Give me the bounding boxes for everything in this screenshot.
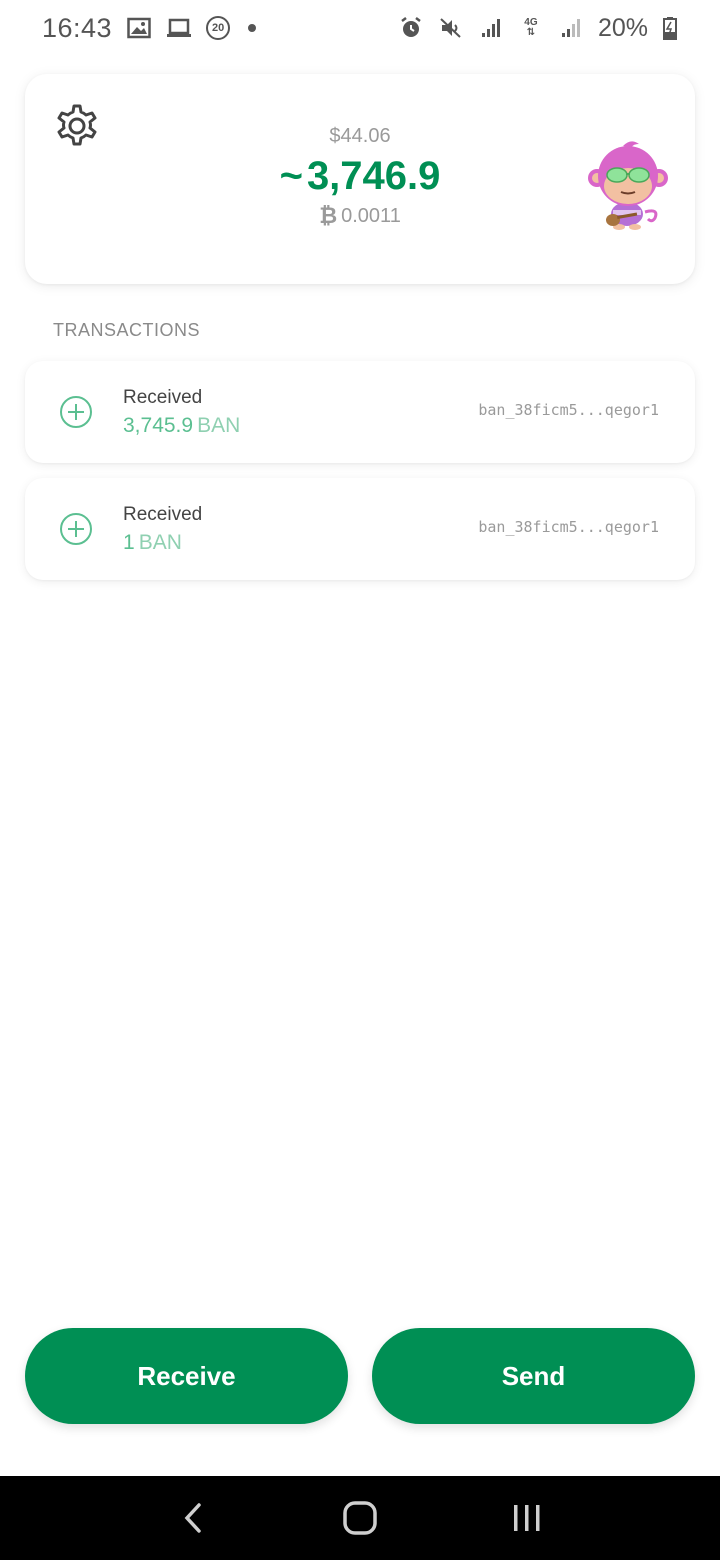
network-4g-icon: 4G ⇅ (518, 15, 544, 41)
transaction-type: Received (123, 504, 203, 525)
btc-balance: ₿ 0.0011 (195, 202, 525, 230)
transaction-amount-unit: BAN (197, 414, 241, 437)
wallet-home-screen: 16:43 20 4G ⇅ 20% $44.06 ~ 3,746.9 ₿ 0.0… (0, 0, 720, 1560)
transaction-amount-unit: BAN (138, 531, 182, 554)
monkey-avatar[interactable] (583, 134, 673, 234)
transaction-address: ban_38ficm5...qegor1 (478, 518, 659, 536)
approx-symbol: ~ (279, 154, 303, 198)
fiat-balance: $44.06 (329, 125, 391, 147)
laptop-icon (166, 15, 192, 41)
gear-icon (57, 104, 97, 146)
signal-icon (478, 15, 504, 41)
home-icon (343, 1501, 377, 1535)
status-time: 16:43 (42, 12, 113, 43)
battery-percent: 20% (597, 13, 648, 42)
transaction-type: Received (123, 387, 203, 408)
nav-home-button[interactable] (330, 1488, 390, 1548)
transaction-item[interactable]: Received 1 BAN ban_38ficm5...qegor1 (25, 478, 695, 580)
nav-back-button[interactable] (163, 1488, 223, 1548)
transaction-amount: 3,745.9 BAN (123, 414, 240, 438)
recents-icon (513, 1505, 540, 1531)
signal-icon-secondary (558, 15, 584, 41)
back-icon (184, 1503, 202, 1533)
status-bar-left: 16:43 20 (42, 12, 257, 44)
transaction-item[interactable]: Received 3,745.9 BAN ban_38ficm5...qegor1 (25, 361, 695, 463)
ban-balance-amount: 3,746.9 (306, 154, 441, 198)
transaction-address: ban_38ficm5...qegor1 (478, 401, 659, 419)
alarm-icon (398, 15, 424, 41)
send-button[interactable]: Send (372, 1328, 695, 1424)
settings-button[interactable] (53, 102, 101, 150)
gallery-icon (126, 15, 152, 41)
status-bar-right: 4G ⇅ 20% (398, 14, 678, 43)
nav-recents-button[interactable] (497, 1488, 557, 1548)
bitcoin-icon: ₿ (319, 203, 338, 228)
status-bar: 16:43 20 4G ⇅ 20% (0, 0, 720, 56)
transaction-amount: 1 BAN (123, 531, 182, 555)
plus-circle-icon (60, 396, 92, 428)
transaction-amount-value: 3,745.9 (123, 414, 194, 437)
balance-summary[interactable]: $44.06 ~ 3,746.9 ₿ 0.0011 (195, 122, 525, 230)
more-notifications-dot (248, 24, 257, 32)
ban-balance: ~ 3,746.9 (195, 150, 525, 202)
balance-card: $44.06 ~ 3,746.9 ₿ 0.0011 (25, 74, 695, 284)
transaction-amount-value: 1 (123, 531, 135, 554)
receive-button[interactable]: Receive (25, 1328, 348, 1424)
plus-circle-icon (60, 513, 92, 545)
battery-charging-icon (662, 15, 678, 41)
data-arrows-icon: ⇅ (526, 27, 536, 38)
btc-balance-amount: 0.0011 (341, 205, 401, 227)
mute-icon (438, 15, 464, 41)
system-nav-bar (0, 1476, 720, 1560)
notification-count-badge: 20 (206, 16, 231, 40)
transactions-header: TRANSACTIONS (53, 320, 201, 340)
